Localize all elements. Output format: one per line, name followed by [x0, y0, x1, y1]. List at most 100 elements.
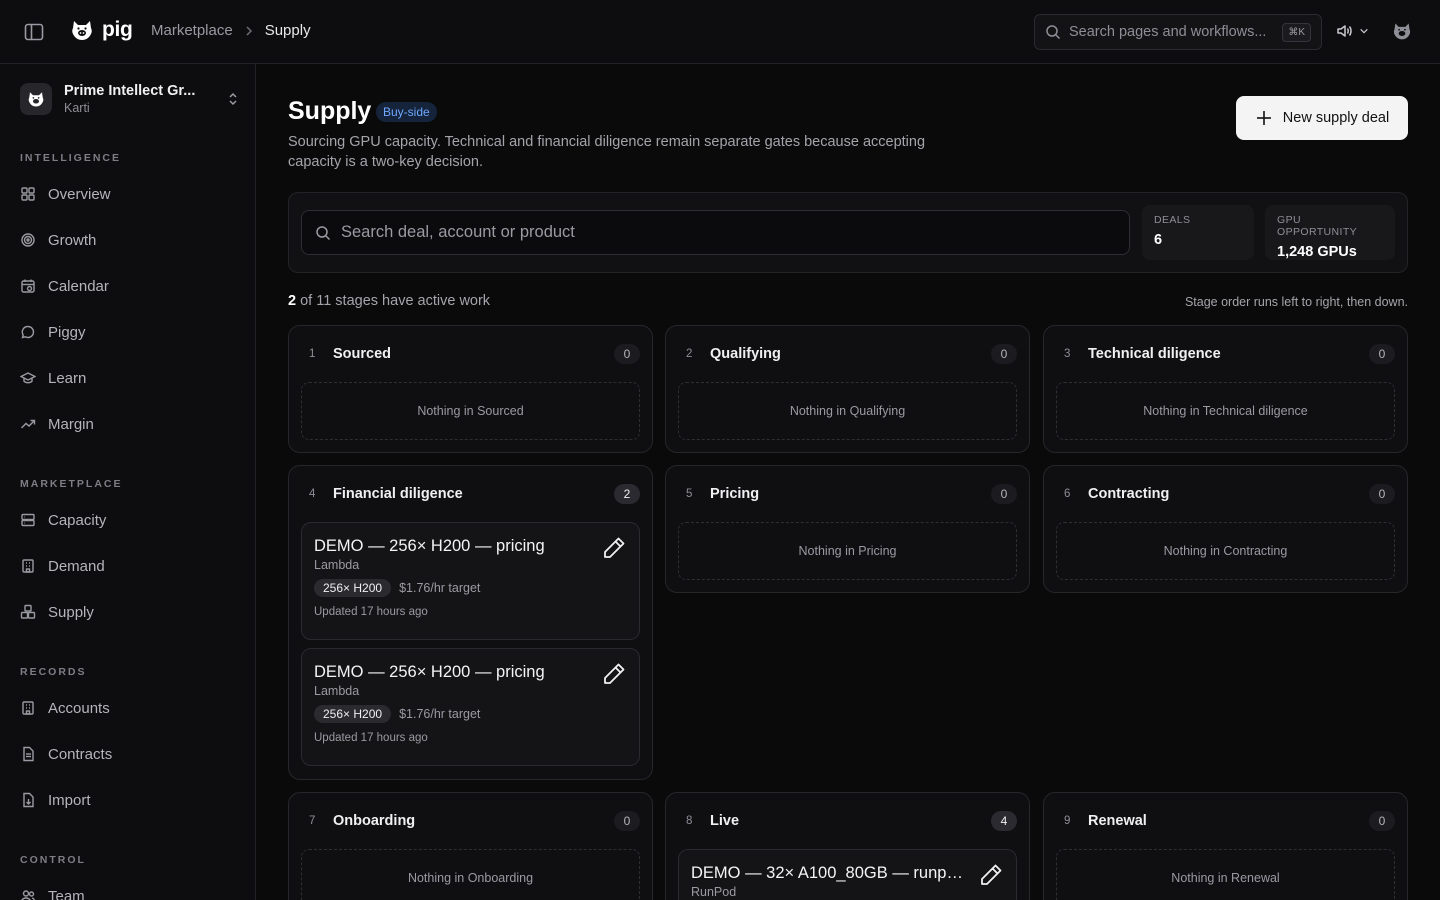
search-icon [1045, 24, 1061, 40]
sidebar-item-capacity[interactable]: Capacity [20, 508, 106, 532]
sidebar-item-label: Import [48, 791, 91, 809]
users-icon [20, 888, 36, 900]
user-avatar[interactable] [1392, 21, 1412, 41]
stage-column-onboarding: 7 Onboarding 0 Nothing in Onboarding [288, 792, 653, 900]
stages-summary: 2 of 11 stages have active work [288, 293, 490, 309]
stage-number: 5 [686, 488, 693, 500]
gpu-opportunity-stat: GPU OPPORTUNITY 1,248 GPUs [1265, 205, 1395, 260]
sidebar-item-supply[interactable]: Supply [20, 600, 94, 624]
stage-count-badge: 0 [614, 344, 640, 364]
sidebar-item-contracts[interactable]: Contracts [20, 742, 112, 766]
stage-number: 4 [309, 488, 316, 500]
new-supply-deal-button[interactable]: New supply deal [1236, 96, 1408, 140]
sidebar-item-import[interactable]: Import [20, 788, 91, 812]
stage-name: Qualifying [710, 346, 781, 362]
sidebar-item-demand[interactable]: Demand [20, 554, 105, 578]
gpu-chip: 256× H200 [314, 705, 392, 723]
sidebar-item-overview[interactable]: Overview [20, 182, 111, 206]
org-user: Karti [64, 101, 90, 115]
price-target: $1.76/hr target [399, 581, 481, 595]
stage-name: Onboarding [333, 813, 416, 829]
sidebar-item-team[interactable]: Team [20, 884, 85, 900]
app-name: pig [102, 18, 133, 41]
sidebar-item-label: Margin [48, 415, 94, 433]
deals-stat: DEALS 6 [1142, 205, 1254, 260]
stage-count-badge: 0 [991, 344, 1017, 364]
sidebar-item-growth[interactable]: Growth [20, 228, 96, 252]
stage-column-sourced: 1 Sourced 0 Nothing in Sourced [288, 325, 653, 453]
grid-icon [20, 186, 36, 202]
stage-count-badge: 4 [991, 811, 1017, 831]
stage-count-badge: 0 [614, 811, 640, 831]
stage-name: Pricing [710, 486, 760, 502]
sidebar-item-label: Demand [48, 557, 105, 575]
sidebar-toggle-icon[interactable] [22, 20, 46, 44]
sidebar-item-label: Growth [48, 231, 97, 249]
stage-name: Sourced [333, 346, 392, 362]
sidebar-item-learn[interactable]: Learn [20, 366, 86, 390]
deal-card[interactable]: DEMO — 32× A100_80GB — runpod-live RunPo… [678, 849, 1017, 900]
deal-card[interactable]: DEMO — 256× H200 — pricing Lambda 256× H… [301, 648, 640, 766]
section-label-marketplace: MARKETPLACE [20, 478, 123, 490]
server-icon [20, 512, 36, 528]
stage-empty-state: Nothing in Contracting [1056, 522, 1395, 580]
deal-title: DEMO — 256× H200 — pricing [314, 537, 545, 555]
deal-title: DEMO — 256× H200 — pricing [314, 663, 545, 681]
sidebar-item-label: Overview [48, 185, 111, 203]
sidebar-item-margin[interactable]: Margin [20, 412, 94, 436]
chevron-up-down-icon [226, 92, 240, 106]
sidebar-item-calendar[interactable]: Calendar [20, 274, 109, 298]
deal-account: Lambda [314, 558, 360, 572]
stage-name: Technical diligence [1088, 346, 1221, 362]
filter-panel: Search deal, account or product DEALS 6 … [288, 192, 1408, 273]
org-avatar [20, 83, 52, 115]
section-label-records: RECORDS [20, 666, 87, 678]
stage-number: 7 [309, 815, 316, 827]
sidebar-item-label: Calendar [48, 277, 109, 295]
stage-number: 9 [1064, 815, 1071, 827]
target-icon [20, 232, 36, 248]
file-icon [20, 746, 36, 762]
global-search-input[interactable]: Search pages and workflows... ⌘K [1034, 14, 1322, 50]
new-supply-deal-label: New supply deal [1282, 110, 1390, 126]
stage-name: Live [710, 813, 740, 829]
app-logo[interactable]: pig [70, 18, 133, 42]
price-target: $1.76/hr target [399, 707, 481, 721]
sidebar-item-label: Team [48, 887, 85, 900]
sidebar-item-piggy[interactable]: Piggy [20, 320, 86, 344]
sidebar: Prime Intellect Gr... Karti INTELLIGENCE… [0, 64, 256, 900]
top-bar: pig Marketplace Supply Search pages and … [0, 0, 1440, 64]
stage-name: Contracting [1088, 486, 1170, 502]
stage-column-pricing: 5 Pricing 0 Nothing in Pricing [665, 465, 1030, 593]
gpu-chip: 256× H200 [314, 579, 392, 597]
org-name: Prime Intellect Gr... [64, 83, 196, 99]
pencil-icon[interactable] [978, 862, 1004, 888]
breadcrumb: Marketplace Supply [151, 22, 311, 39]
global-search-placeholder: Search pages and workflows... [1069, 24, 1267, 40]
stage-count-badge: 0 [991, 484, 1017, 504]
plus-icon [1255, 109, 1273, 127]
boxes-icon [20, 604, 36, 620]
file-import-icon [20, 792, 36, 808]
section-label-control: CONTROL [20, 854, 86, 866]
org-switcher[interactable]: Prime Intellect Gr... Karti [20, 82, 240, 116]
trending-up-icon [20, 416, 36, 432]
main-content: Supply Buy-side Sourcing GPU capacity. T… [256, 64, 1440, 900]
deal-card[interactable]: DEMO — 256× H200 — pricing Lambda 256× H… [301, 522, 640, 640]
deal-updated: Updated 17 hours ago [314, 606, 428, 618]
building-icon [20, 700, 36, 716]
breadcrumb-supply: Supply [264, 22, 311, 39]
sound-toggle-button[interactable] [1335, 22, 1369, 40]
graduation-cap-icon [20, 370, 36, 386]
building-icon [20, 558, 36, 574]
stage-name: Renewal [1088, 813, 1147, 829]
pencil-icon[interactable] [601, 535, 627, 561]
chevron-down-icon [1359, 26, 1369, 36]
breadcrumb-marketplace[interactable]: Marketplace [151, 22, 233, 39]
search-icon [315, 225, 331, 241]
pencil-icon[interactable] [601, 661, 627, 687]
sidebar-item-accounts[interactable]: Accounts [20, 696, 110, 720]
stage-empty-state: Nothing in Pricing [678, 522, 1017, 580]
deal-search-input[interactable]: Search deal, account or product [301, 210, 1130, 255]
deal-title: DEMO — 32× A100_80GB — runpod-live [691, 864, 963, 882]
